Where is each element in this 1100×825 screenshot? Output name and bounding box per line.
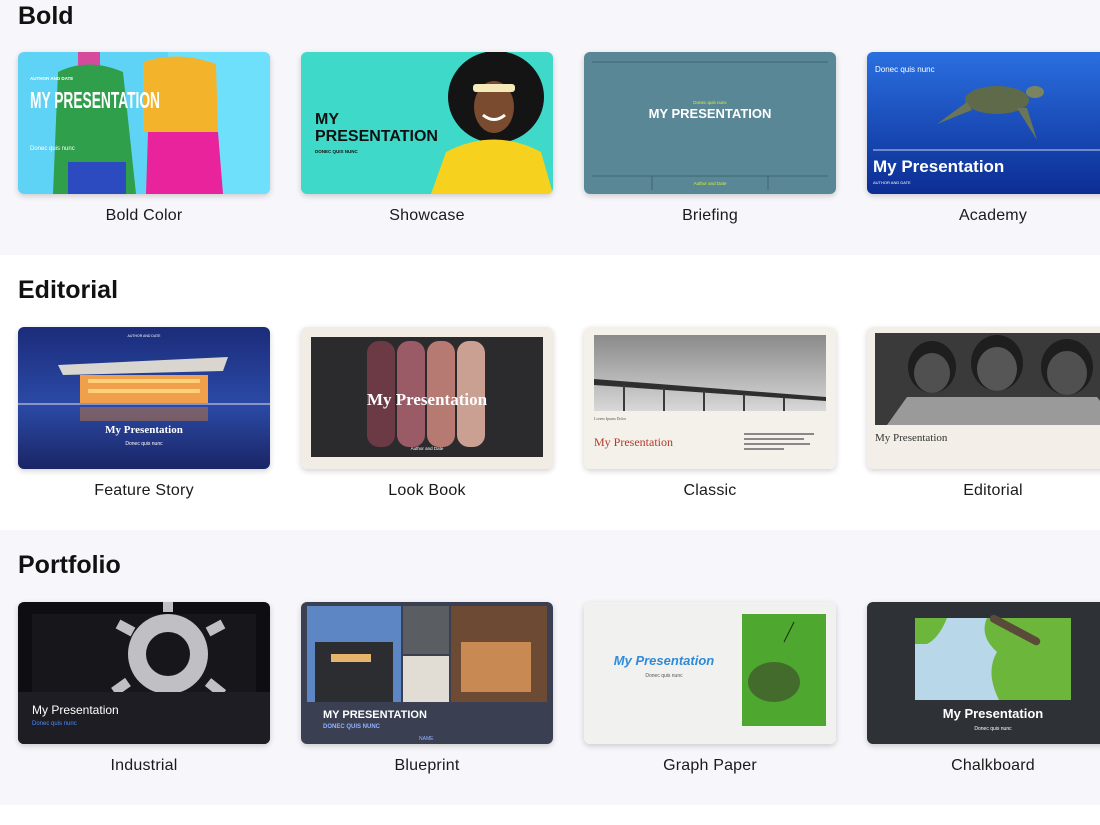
svg-text:My Presentation: My Presentation [614, 653, 714, 668]
svg-text:Donec quis nunc: Donec quis nunc [30, 146, 75, 152]
theme-thumbnail-briefing[interactable]: Donec quis nunc MY PRESENTATION Author a… [584, 52, 836, 194]
section-editorial: Editorial AUTHOR AND DATE My Presentatio… [0, 255, 1100, 530]
svg-text:NAME: NAME [419, 736, 434, 742]
svg-text:AUTHOR AND DATE: AUTHOR AND DATE [30, 76, 73, 81]
section-bold: Bold AUTHOR AND DATE MY PRESENTATION Don… [0, 0, 1100, 255]
svg-text:My Presentation: My Presentation [32, 703, 119, 717]
svg-text:AUTHOR AND DATE: AUTHOR AND DATE [128, 334, 162, 338]
theme-thumbnail-bold-color[interactable]: AUTHOR AND DATE MY PRESENTATION Donec qu… [18, 52, 270, 194]
theme-name: Blueprint [394, 757, 460, 774]
svg-text:My Presentation: My Presentation [594, 435, 673, 449]
svg-text:My Presentation: My Presentation [873, 157, 1004, 176]
svg-text:My Presentation: My Presentation [105, 424, 183, 436]
theme-thumbnail-feature-story[interactable]: AUTHOR AND DATE My Presentation Donec qu… [18, 327, 270, 469]
svg-text:Author and Date: Author and Date [411, 446, 444, 451]
svg-text:MY: MY [315, 111, 339, 128]
theme-name: Editorial [963, 482, 1023, 499]
theme-thumbnail-classic[interactable]: Lorem Ipsum Dolor My Presentation [584, 327, 836, 469]
theme-name: Chalkboard [951, 757, 1035, 774]
theme-name: Graph Paper [663, 757, 757, 774]
theme-name: Briefing [682, 207, 738, 224]
bottom-spacer [0, 805, 1100, 825]
theme-thumbnail-blueprint[interactable]: MY PRESENTATION DONEC QUIS NUNC NAME [301, 602, 553, 744]
svg-text:My Presentation: My Presentation [367, 390, 488, 409]
svg-text:Author and Date: Author and Date [694, 181, 727, 186]
theme-thumbnail-editorial[interactable]: My Presentation [867, 327, 1100, 469]
svg-text:My Presentation: My Presentation [943, 706, 1043, 721]
svg-text:AUTHOR AND DATE: AUTHOR AND DATE [873, 180, 911, 185]
section-title-editorial: Editorial [18, 276, 119, 304]
svg-text:Donec quis nunc: Donec quis nunc [125, 441, 163, 447]
theme-name: Classic [683, 482, 737, 499]
section-title-portfolio: Portfolio [18, 551, 121, 579]
svg-text:DONEC QUIS NUNC: DONEC QUIS NUNC [315, 149, 359, 154]
svg-text:Donec quis nunc: Donec quis nunc [693, 100, 727, 105]
theme-name: Look Book [388, 482, 466, 499]
theme-thumbnail-industrial[interactable]: My Presentation Donec quis nunc [18, 602, 270, 744]
svg-text:Donec quis nunc: Donec quis nunc [974, 726, 1012, 732]
section-title-bold: Bold [18, 2, 74, 30]
theme-name: Academy [958, 207, 1028, 224]
svg-text:MY PRESENTATION: MY PRESENTATION [649, 106, 772, 121]
svg-text:MY PRESENTATION: MY PRESENTATION [30, 87, 160, 113]
theme-name: Feature Story [94, 482, 194, 499]
theme-thumbnail-academy[interactable]: Donec quis nunc My Presentation AUTHOR A… [867, 52, 1100, 194]
svg-text:Donec quis nunc: Donec quis nunc [645, 673, 683, 679]
section-portfolio: Portfolio My Presentation Donec quis nun… [0, 530, 1100, 805]
theme-name: Showcase [389, 207, 465, 224]
theme-name: Bold Color [105, 207, 183, 224]
svg-text:Donec quis nunc: Donec quis nunc [32, 721, 77, 727]
svg-text:Donec quis nunc: Donec quis nunc [875, 65, 935, 74]
svg-text:MY PRESENTATION: MY PRESENTATION [323, 709, 427, 721]
theme-thumbnail-chalkboard[interactable]: My Presentation Donec quis nunc [867, 602, 1100, 744]
theme-thumbnail-look-book[interactable]: My Presentation Author and Date [301, 327, 553, 469]
svg-text:Lorem Ipsum Dolor: Lorem Ipsum Dolor [594, 416, 627, 421]
svg-text:My Presentation: My Presentation [875, 432, 948, 444]
svg-text:PRESENTATION: PRESENTATION [315, 128, 438, 145]
theme-thumbnail-graph-paper[interactable]: My Presentation Donec quis nunc [584, 602, 836, 744]
theme-name: Industrial [110, 757, 178, 774]
theme-thumbnail-showcase[interactable]: MY PRESENTATION DONEC QUIS NUNC [301, 52, 553, 194]
svg-text:DONEC QUIS NUNC: DONEC QUIS NUNC [323, 724, 381, 730]
